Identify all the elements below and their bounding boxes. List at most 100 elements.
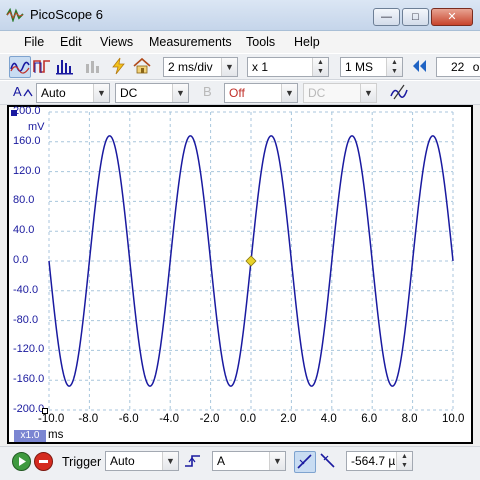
channel-b-coupling-select[interactable]: DC ▼ xyxy=(303,83,377,103)
default-setup-button[interactable] xyxy=(132,56,154,78)
trigger-type-button[interactable] xyxy=(183,451,205,473)
channel-a-range-select[interactable]: Auto ▼ xyxy=(36,83,110,103)
zoom-badge[interactable]: x1.0 xyxy=(14,430,46,442)
stop-button[interactable] xyxy=(34,452,53,471)
chevron-down-icon: ▼ xyxy=(93,84,109,102)
collection-time-value: 2 ms/div xyxy=(168,60,213,74)
menu-measurements[interactable]: Measurements xyxy=(149,35,232,49)
plot-area[interactable]: 200.0 160.0 120.0 80.0 40.0 0.0 -40.0 -80.0 -120… xyxy=(9,105,471,442)
menu-views[interactable]: Views xyxy=(100,35,133,49)
probe-icon xyxy=(390,84,408,100)
y-tick-label: -80.0 xyxy=(13,313,39,326)
rewind-icon xyxy=(413,60,426,72)
menu-tools[interactable]: Tools xyxy=(246,35,275,49)
spectrum-mode-button[interactable] xyxy=(55,56,77,78)
x-tick-label: -10.0 xyxy=(38,413,65,425)
chevron-down-icon: ▼ xyxy=(172,84,188,102)
channel-toolbar: A Auto ▼ DC ▼ B Off ▼ DC ▼ xyxy=(0,80,480,105)
y-tick-label: 80.0 xyxy=(13,194,35,207)
capture-count-suffix: o xyxy=(472,60,480,74)
menu-help[interactable]: Help xyxy=(294,35,320,49)
y-tick-label: 40.0 xyxy=(13,224,35,237)
y-tick-label: 200.0 xyxy=(13,105,41,117)
x-unit-label: ms xyxy=(48,429,64,441)
y-tick-label: -120.0 xyxy=(13,343,45,356)
x-tick-label: -6.0 xyxy=(118,413,139,425)
channel-a-options-button[interactable]: A xyxy=(10,82,36,104)
channel-b-range-select[interactable]: Off ▼ xyxy=(224,83,298,103)
main-toolbar: 2 ms/div ▼ x 1 ▲ ▼ 1 MS ▲ ▼ 22 o xyxy=(0,53,480,80)
trigger-mode-select[interactable]: Auto ▼ xyxy=(105,451,179,471)
samples-spinbox[interactable]: 1 MS ▲ ▼ xyxy=(340,57,403,77)
probe-settings-button[interactable] xyxy=(389,82,411,104)
samples-value: 1 MS xyxy=(345,60,374,74)
x-tick-label: -2.0 xyxy=(199,413,220,425)
y-tick-label: 0.0 xyxy=(13,254,29,266)
trigger-source-select[interactable]: A ▼ xyxy=(212,451,286,471)
rising-edge-icon xyxy=(185,455,200,467)
signal-generator-button[interactable] xyxy=(83,56,105,78)
trigger-source-value: A xyxy=(217,454,226,468)
scope-mode-button[interactable] xyxy=(9,56,31,78)
spin-arrows-icon: ▲ ▼ xyxy=(386,58,402,76)
y-tick-label: 160.0 xyxy=(13,134,41,147)
persistence-mode-button[interactable] xyxy=(32,56,54,78)
zoom-factor-value: x 1 xyxy=(252,60,269,74)
lightning-icon xyxy=(112,57,125,75)
pre-trigger-value: -564.7 µ xyxy=(351,454,396,468)
channel-b-range-value: Off xyxy=(229,86,245,100)
x-tick-label: 8.0 xyxy=(401,413,418,425)
waveform-plot[interactable] xyxy=(9,107,471,442)
channel-b-label: B xyxy=(203,84,212,99)
channel-a-coupling-value: DC xyxy=(120,86,138,100)
rising-edge-select-icon xyxy=(297,454,312,469)
maximize-button[interactable]: □ xyxy=(402,8,429,26)
signal-generator-icon xyxy=(86,61,99,73)
start-button[interactable] xyxy=(12,452,31,471)
y-tick-label: -160.0 xyxy=(13,373,45,386)
x-axis-drag-handle[interactable] xyxy=(42,408,48,414)
title-bar: PicoScope 6 — □ ✕ xyxy=(0,0,480,31)
zoom-factor-spinbox[interactable]: x 1 ▲ ▼ xyxy=(247,57,329,77)
persistence-mode-icon xyxy=(33,60,50,73)
channel-a-coupling-select[interactable]: DC ▼ xyxy=(115,83,189,103)
spin-arrows-icon: ▲ ▼ xyxy=(396,452,412,470)
falling-edge-icon xyxy=(320,453,335,468)
x-tick-label: -4.0 xyxy=(159,413,180,425)
chevron-down-icon: ▼ xyxy=(281,84,297,102)
falling-edge-button[interactable] xyxy=(318,451,340,473)
y-axis-drag-handle-top[interactable] xyxy=(11,110,17,116)
trigger-label: Trigger xyxy=(62,455,102,469)
trigger-mode-value: Auto xyxy=(110,454,135,468)
spectrum-mode-icon xyxy=(56,60,73,75)
auto-setup-button[interactable] xyxy=(109,56,131,78)
y-tick-label: 120.0 xyxy=(13,164,41,177)
minimize-button[interactable]: — xyxy=(373,8,400,26)
first-buffer-button[interactable] xyxy=(410,56,432,78)
marker-layer xyxy=(245,255,257,267)
menu-edit[interactable]: Edit xyxy=(60,35,82,49)
stop-icon xyxy=(39,460,48,463)
channel-b-options-button[interactable]: B xyxy=(199,82,223,104)
menu-file[interactable]: File xyxy=(24,35,44,49)
x-tick-label: -8.0 xyxy=(78,413,99,425)
chevron-down-icon: ▼ xyxy=(221,58,237,76)
pre-trigger-spinbox[interactable]: -564.7 µ ▲ ▼ xyxy=(346,451,413,471)
rising-edge-button[interactable] xyxy=(294,451,316,473)
chevron-down-icon: ▼ xyxy=(269,452,285,470)
capture-count-value: 22 xyxy=(451,60,465,74)
home-icon xyxy=(133,57,151,74)
channel-a-label: A xyxy=(13,84,22,99)
menu-bar: File Edit Views Measurements Tools Help xyxy=(0,31,480,53)
collection-time-select[interactable]: 2 ms/div ▼ xyxy=(163,57,238,77)
trigger-marker[interactable] xyxy=(245,255,257,267)
channel-settings-icon xyxy=(23,88,33,97)
scope-view[interactable]: 200.0 160.0 120.0 80.0 40.0 0.0 -40.0 -80.0 -120… xyxy=(7,105,473,444)
spin-arrows-icon: ▲ ▼ xyxy=(312,58,328,76)
close-button[interactable]: ✕ xyxy=(431,8,473,26)
play-icon xyxy=(19,457,26,466)
capture-buffer-field[interactable]: 22 o xyxy=(436,57,480,77)
status-bar: Trigger Auto ▼ A ▼ -564.7 µ ▲ ▼ xyxy=(0,446,480,480)
y-tick-label: -40.0 xyxy=(13,283,39,296)
channel-b-coupling-value: DC xyxy=(308,86,326,100)
